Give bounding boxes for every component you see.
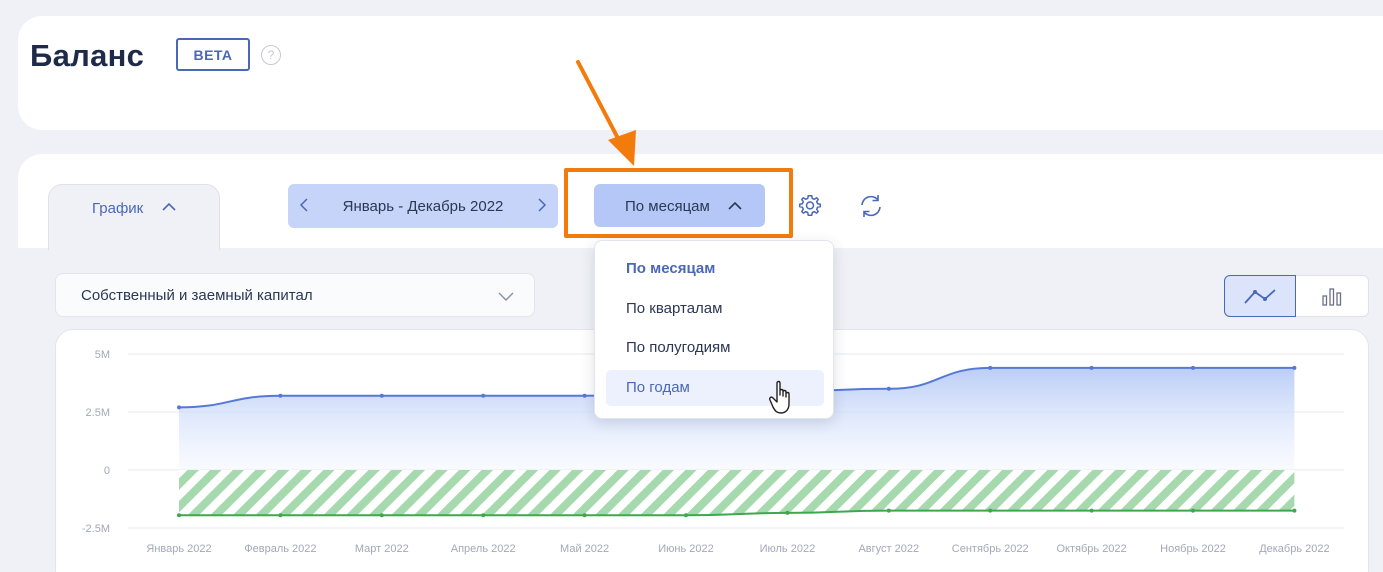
series-1-point <box>177 405 181 410</box>
beta-badge: BETA <box>176 38 250 71</box>
series-2-area <box>179 470 1295 516</box>
x-tick-label: Февраль 2022 <box>244 543 316 555</box>
series-2-point <box>379 513 384 518</box>
y-tick-label: 2.5M <box>86 407 110 419</box>
menu-item-by-quarters[interactable]: По кварталам <box>606 291 824 327</box>
series-1-point <box>481 393 486 398</box>
x-tick-label: Июль 2022 <box>760 543 816 555</box>
x-tick-label: Сентябрь 2022 <box>952 543 1029 555</box>
period-label: Январь - Декабрь 2022 <box>342 198 504 215</box>
page-title: Баланс <box>30 38 145 73</box>
series-1-point <box>379 393 384 398</box>
arrow-pointer-icon <box>576 60 636 166</box>
series-1-point <box>582 393 587 398</box>
bar-chart-toggle[interactable] <box>1296 275 1369 317</box>
x-tick-label: Март 2022 <box>355 543 409 555</box>
chevron-up-icon <box>728 201 742 210</box>
grouping-dropdown[interactable]: По месяцам <box>594 184 765 227</box>
series-2-point <box>177 513 181 518</box>
series-1-point <box>278 393 283 398</box>
chevron-down-icon <box>498 292 514 301</box>
menu-item-by-months[interactable]: По месяцам <box>606 251 824 287</box>
grouping-menu: По месяцам По кварталам По полугодиям По… <box>594 240 834 419</box>
line-chart-icon <box>1244 289 1276 304</box>
series-2-point <box>278 513 283 518</box>
help-icon[interactable]: ? <box>261 45 281 65</box>
series-1-point <box>988 365 993 370</box>
x-tick-label: Июнь 2022 <box>658 543 714 555</box>
tab-chart-label: График <box>92 200 144 217</box>
header-card <box>18 16 1383 130</box>
series-1-point <box>1292 365 1297 370</box>
series-2-point <box>988 508 993 513</box>
x-tick-label: Декабрь 2022 <box>1259 543 1329 555</box>
x-tick-label: Август 2022 <box>858 543 919 555</box>
series-1-point <box>886 386 891 391</box>
period-navigator: Январь - Декабрь 2022 <box>288 184 558 228</box>
series-2-point <box>1292 508 1297 513</box>
x-tick-label: Январь 2022 <box>146 543 211 555</box>
series-2-point <box>481 513 486 518</box>
x-tick-label: Май 2022 <box>560 543 609 555</box>
hand-cursor-icon <box>769 380 790 414</box>
y-tick-label: 0 <box>104 465 110 477</box>
series-2-point <box>582 513 587 518</box>
tab-chart[interactable]: График <box>48 184 220 250</box>
menu-item-by-halfyears[interactable]: По полугодиям <box>606 330 824 366</box>
capital-type-select-label: Собственный и заемный капитал <box>81 287 313 304</box>
capital-type-select[interactable]: Собственный и заемный капитал <box>55 273 535 317</box>
series-1-point <box>1089 365 1094 370</box>
refresh-icon[interactable] <box>857 192 885 220</box>
y-tick-label: 5M <box>95 349 110 361</box>
x-tick-label: Ноябрь 2022 <box>1160 543 1226 555</box>
series-1-point <box>1191 365 1195 370</box>
series-2-point <box>1191 508 1195 513</box>
x-tick-label: Октябрь 2022 <box>1057 543 1127 555</box>
gear-icon[interactable] <box>797 193 823 219</box>
x-tick-label: Апрель 2022 <box>451 543 516 555</box>
series-2-point <box>785 510 790 515</box>
bar-chart-icon <box>1322 288 1342 306</box>
grouping-dropdown-label: По месяцам <box>625 198 710 215</box>
chevron-up-icon <box>162 202 176 211</box>
y-tick-label: -2.5M <box>82 523 110 535</box>
series-2-point <box>1089 508 1094 513</box>
series-2-point <box>886 508 891 513</box>
chevron-right-icon[interactable] <box>536 197 548 213</box>
line-chart-toggle[interactable] <box>1224 275 1296 317</box>
series-2-point <box>684 513 688 518</box>
